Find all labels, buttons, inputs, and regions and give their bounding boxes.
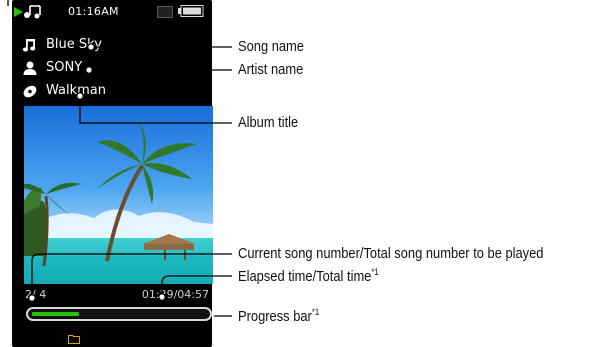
callout-elapsed-time: Elapsed time/Total time*1 xyxy=(238,267,379,285)
footnote-marker: *1 xyxy=(371,267,379,277)
callout-elapsed-time-label: Elapsed time/Total time xyxy=(238,268,372,285)
footnote-marker: *1 xyxy=(311,307,320,317)
callout-progress-bar: Progress bar*1 xyxy=(238,307,319,325)
callout-song-name: Song name xyxy=(238,38,304,55)
callout-album-title: Album title xyxy=(238,114,299,131)
callout-lines xyxy=(7,0,232,317)
callout-progress-bar-label: Progress bar xyxy=(238,308,312,325)
callout-song-number: Current song number/Total song number to… xyxy=(238,245,544,262)
callout-artist-name: Artist name xyxy=(238,61,304,78)
